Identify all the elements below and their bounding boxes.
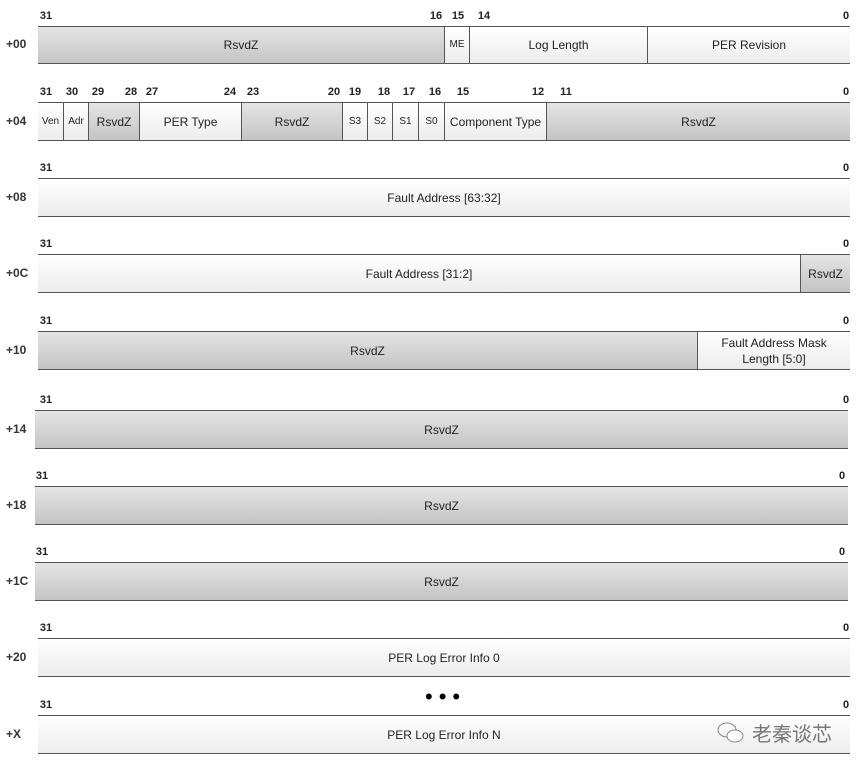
bit-label: 17: [402, 86, 416, 98]
bit-label: 31: [39, 622, 53, 634]
register-row: Ven Adr RsvdZ PER Type RsvdZ S3 S2 S1 S0 Componen…: [38, 102, 850, 141]
register-field: PER Type: [140, 103, 242, 140]
bit-label: 0: [842, 10, 850, 22]
register-field: ME: [445, 27, 470, 63]
reserved-field: RsvdZ: [35, 487, 848, 524]
bit-label: 0: [838, 546, 846, 558]
watermark-text: 老秦谈芯: [752, 724, 832, 746]
reserved-field: RsvdZ: [35, 563, 848, 600]
bit-label: 18: [377, 86, 391, 98]
register-row: Fault Address [31:2] RsvdZ: [38, 254, 850, 293]
register-row: Fault Address [63:32]: [38, 178, 850, 217]
bit-label: 31: [39, 699, 53, 711]
offset-label: +X: [6, 726, 22, 741]
bit-label: 0: [838, 470, 846, 482]
bit-label: 31: [39, 162, 53, 174]
register-field: S3: [343, 103, 368, 140]
register-row: RsvdZ: [35, 486, 848, 525]
reserved-field: RsvdZ: [547, 103, 850, 140]
reserved-field: RsvdZ: [38, 332, 698, 369]
register-field: Ven: [38, 103, 64, 140]
reserved-field: RsvdZ: [801, 255, 850, 292]
reserved-field: RsvdZ: [38, 27, 445, 63]
register-field: PER Log Error Info 0: [38, 639, 850, 676]
register-row: PER Log Error Info 0: [38, 638, 850, 677]
register-field: PER Revision: [648, 27, 850, 63]
register-row: RsvdZ: [35, 562, 848, 601]
reserved-field: RsvdZ: [89, 103, 140, 140]
bit-label: 31: [39, 315, 53, 327]
bit-label: 0: [842, 699, 850, 711]
register-row: RsvdZ: [35, 410, 848, 449]
bit-label: 0: [842, 162, 850, 174]
bit-label: 16: [429, 10, 443, 22]
reserved-field: RsvdZ: [242, 103, 343, 140]
bit-label: 24: [223, 86, 237, 98]
offset-label: +0C: [6, 265, 29, 280]
bit-label: 0: [842, 86, 850, 98]
offset-label: +04: [6, 113, 27, 128]
register-field: S1: [393, 103, 419, 140]
bit-label: 30: [65, 86, 79, 98]
bit-label: 0: [842, 315, 850, 327]
watermark: 老秦谈芯: [716, 718, 832, 747]
bit-label: 11: [560, 86, 572, 98]
register-row: RsvdZ Fault Address Mask Length [5:0]: [38, 331, 850, 370]
register-field: Log Length: [470, 27, 648, 63]
offset-label: +14: [6, 421, 27, 436]
offset-label: +1C: [6, 573, 29, 588]
bit-label: 15: [451, 10, 465, 22]
bit-label: 29: [91, 86, 105, 98]
bit-label: 19: [348, 86, 362, 98]
bit-label: 0: [842, 238, 850, 250]
bit-label: 31: [39, 394, 53, 406]
ellipsis: •••: [425, 684, 467, 709]
register-field: Adr: [64, 103, 89, 140]
register-field: Fault Address [31:2]: [38, 255, 801, 292]
register-field: S0: [419, 103, 445, 140]
register-field: Fault Address Mask Length [5:0]: [698, 332, 850, 369]
bit-label: 31: [39, 10, 53, 22]
bit-label: 31: [35, 470, 49, 482]
bit-label: 16: [428, 86, 442, 98]
bit-label: 28: [124, 86, 138, 98]
bit-label: 31: [39, 86, 53, 98]
offset-label: +00: [6, 37, 27, 51]
register-row: RsvdZ ME Log Length PER Revision: [38, 26, 850, 64]
bit-label: 15: [456, 86, 470, 98]
offset-label: +20: [6, 649, 27, 664]
bit-label: 0: [842, 394, 850, 406]
register-field: S2: [368, 103, 393, 140]
bit-label: 31: [35, 546, 49, 558]
bit-label: 14: [477, 10, 491, 22]
bit-label: 31: [39, 238, 53, 250]
offset-label: +10: [6, 342, 27, 357]
register-field: Fault Address [63:32]: [38, 179, 850, 216]
bit-label: 20: [327, 86, 341, 98]
reserved-field: RsvdZ: [35, 411, 848, 448]
offset-label: +18: [6, 497, 27, 512]
offset-label: +08: [6, 189, 27, 204]
bit-label: 12: [531, 86, 545, 98]
wechat-icon: [717, 722, 744, 742]
bit-label: 0: [842, 622, 850, 634]
register-field: Component Type: [445, 103, 547, 140]
bit-label: 27: [145, 86, 159, 98]
bit-label: 23: [246, 86, 260, 98]
